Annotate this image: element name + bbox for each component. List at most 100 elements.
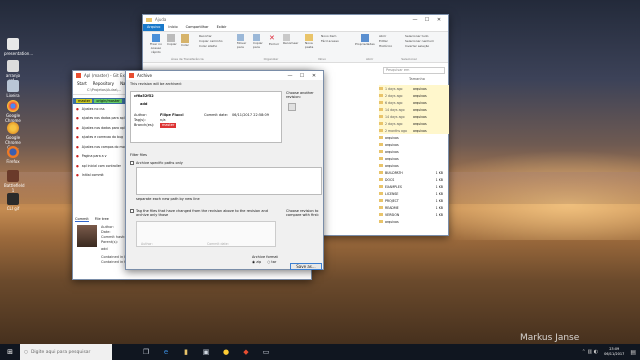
tab-compartilhar[interactable]: Compartilhar xyxy=(182,24,213,31)
file-row[interactable]: 2 days ago arquivos xyxy=(379,120,449,127)
tab-commit[interactable]: Commit xyxy=(75,217,89,222)
ribbon-invert-selection-button[interactable]: Inverter seleção xyxy=(405,44,429,48)
maximize-icon[interactable]: ☐ xyxy=(421,17,433,23)
file-row[interactable]: BUILDPATH 1 KB xyxy=(379,169,449,176)
desktop-icon-cli[interactable]: CLI gif xyxy=(4,193,22,211)
ribbon-edit-button[interactable]: Editar xyxy=(379,39,388,43)
desktop-icon-recycle[interactable]: Lixeira xyxy=(4,80,22,98)
clock[interactable]: 23:09 06/11/2017 xyxy=(604,347,624,357)
edge-icon[interactable]: e xyxy=(156,344,176,360)
filter-files-label: Filter files xyxy=(130,153,147,157)
ribbon-open-button[interactable]: Abrir xyxy=(379,34,386,38)
explorer-taskbar-icon[interactable]: ▮ xyxy=(176,344,196,360)
search-box[interactable]: Pesquisar em xyxy=(383,67,445,74)
file-row[interactable]: LICENSE 1 KB xyxy=(379,190,449,197)
ribbon-cut-button[interactable]: Recortar xyxy=(199,34,212,38)
size-column-header[interactable]: Tamanho xyxy=(409,77,425,81)
move-icon xyxy=(237,34,244,41)
file-row[interactable]: arquivos xyxy=(379,134,449,141)
graph-node-icon: ● xyxy=(76,144,79,149)
battlefield-icon xyxy=(7,170,19,182)
folder-icon xyxy=(379,164,383,167)
file-icon xyxy=(7,38,19,50)
ribbon-delete-button[interactable]: ✕ Excluir xyxy=(269,34,282,46)
tar-radio[interactable]: ○ tar xyxy=(267,260,276,265)
ribbon-select-none-button[interactable]: Selecionar nenhum xyxy=(405,39,434,43)
ribbon-copy-path-button[interactable]: Copiar caminho xyxy=(199,39,223,43)
file-row[interactable]: arquivos xyxy=(379,141,449,148)
desktop-icon-battlefield[interactable]: Battlefield 1 xyxy=(4,170,25,193)
notifications-icon[interactable]: ▤ xyxy=(630,349,636,356)
paths-textarea[interactable] xyxy=(136,167,322,195)
ribbon-easy-access-button[interactable]: Fácil acesso xyxy=(321,39,339,43)
zip-radio[interactable]: ◉ zip xyxy=(252,260,261,265)
ribbon-copy-button[interactable]: Copiar xyxy=(167,34,177,46)
tray-icons[interactable]: ⌃ ▥ ◐ xyxy=(582,349,598,355)
tab-arquivo[interactable]: Arquivo xyxy=(143,24,165,31)
maximize-icon[interactable]: ☐ xyxy=(296,73,308,79)
file-row[interactable]: README 1 KB xyxy=(379,204,449,211)
ribbon-paste-button[interactable]: Colar xyxy=(181,34,189,47)
file-row[interactable]: EXAMPLES 1 KB xyxy=(379,183,449,190)
desktop-icon-presentation[interactable]: presentation... xyxy=(4,38,33,56)
close-icon[interactable]: ✕ xyxy=(433,17,445,23)
ribbon-properties-button[interactable]: Propriedades xyxy=(355,34,375,46)
ribbon-select-all-button[interactable]: Selecionar tudo xyxy=(405,34,429,38)
minimize-icon[interactable]: — xyxy=(409,17,421,23)
ribbon-paste-shortcut-button[interactable]: Colar atalho xyxy=(199,44,217,48)
ribbon-copyto-button[interactable]: Copiar para xyxy=(253,34,266,49)
file-row[interactable]: 2 days ago arquivos xyxy=(379,92,449,99)
tab-inicio[interactable]: Início xyxy=(164,24,181,31)
graph-node-icon: ● xyxy=(76,163,79,168)
file-row[interactable]: 14 days ago arquivos xyxy=(379,113,449,120)
file-row[interactable]: arquivos xyxy=(379,155,449,162)
terminal-taskbar-icon[interactable]: ▭ xyxy=(256,344,276,360)
archive-titlebar[interactable]: Archive — ☐ ✕ xyxy=(126,71,323,80)
choose-revision-button[interactable] xyxy=(288,103,296,111)
ribbon-new-item-button[interactable]: Novo item xyxy=(321,34,336,38)
task-view-icon[interactable]: ❐ xyxy=(136,344,156,360)
desktop-icon-firefox[interactable]: Firefox xyxy=(4,146,22,164)
file-row[interactable]: 6 days ago arquivos xyxy=(379,99,449,106)
properties-icon xyxy=(361,34,369,42)
ribbon-move-button[interactable]: Mover para xyxy=(237,34,250,49)
close-icon[interactable]: ✕ xyxy=(308,73,320,79)
file-row[interactable]: 2 months ago arquivos xyxy=(379,127,449,134)
ribbon-rename-button[interactable]: Renomear xyxy=(283,34,299,45)
menu-repository[interactable]: Repository xyxy=(93,81,114,86)
taskbar-search[interactable]: ○ Digite aqui para pesquisar xyxy=(20,344,112,360)
graph-node-icon: ● xyxy=(76,154,79,159)
git-taskbar-icon[interactable]: ◆ xyxy=(236,344,256,360)
file-row[interactable]: PROJECT 1 KB xyxy=(379,197,449,204)
store-icon[interactable]: ▣ xyxy=(196,344,216,360)
terminal-icon xyxy=(7,193,19,205)
ribbon-history-button[interactable]: Histórico xyxy=(379,44,392,48)
branch-badge: master xyxy=(160,123,177,128)
ribbon-pin-button[interactable]: Fixar no Acesso rápido xyxy=(147,34,165,54)
folder-icon xyxy=(379,94,383,97)
file-row[interactable]: arquivos xyxy=(379,162,449,169)
tab-exibir[interactable]: Exibir xyxy=(213,24,231,31)
start-windows-icon[interactable]: ⊞ xyxy=(0,344,20,360)
file-row[interactable]: VERSION 1 KB xyxy=(379,211,449,218)
changed-files-checkbox[interactable]: Tag the files that have changed from the… xyxy=(130,209,280,217)
folder-icon xyxy=(379,87,383,90)
file-row[interactable]: DOCS 1 KB xyxy=(379,176,449,183)
folder-icon xyxy=(379,157,383,160)
save-as-button[interactable]: Save as... xyxy=(290,263,322,270)
explorer-titlebar[interactable]: Ajuda — ☐ ✕ xyxy=(143,15,448,24)
file-row[interactable]: 1 days ago arquivos xyxy=(379,85,449,92)
file-row[interactable]: 14 days ago arquivos xyxy=(379,106,449,113)
search-icon: ○ xyxy=(24,349,28,355)
chrome-taskbar-icon[interactable]: ● xyxy=(216,344,236,360)
file-row[interactable]: arquivos xyxy=(379,218,449,225)
desktop-icon-chrome[interactable]: Google Chrome xyxy=(4,100,22,123)
pin-icon xyxy=(152,34,160,42)
tab-file-tree[interactable]: File tree xyxy=(95,217,109,222)
file-row[interactable]: arquivos xyxy=(379,148,449,155)
archive-specific-checkbox[interactable]: Archive specific paths only xyxy=(130,161,183,165)
ribbon-new-folder-button[interactable]: Nova pasta xyxy=(305,34,317,49)
branch-label: master xyxy=(76,99,93,103)
menu-start[interactable]: Start xyxy=(77,81,87,86)
minimize-icon[interactable]: — xyxy=(284,73,296,79)
